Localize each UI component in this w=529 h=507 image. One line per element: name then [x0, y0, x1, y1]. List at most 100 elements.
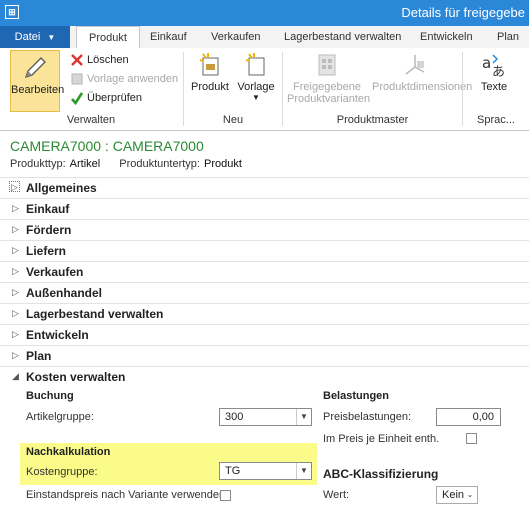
window-title: Details für freigegebe: [401, 5, 525, 20]
record-title: CAMERA7000 : CAMERA7000: [10, 138, 204, 154]
tab-entwickeln[interactable]: Entwickeln: [420, 26, 473, 48]
variant-cost-checkbox[interactable]: [220, 490, 231, 501]
product-subtype-value: Produkt: [203, 158, 242, 170]
new-template-icon: [245, 53, 265, 76]
artikelgruppe-value: 300: [225, 411, 244, 423]
delete-button[interactable]: Löschen: [70, 52, 129, 69]
apply-template-button[interactable]: Vorlage anwenden: [70, 71, 178, 88]
tab-datei[interactable]: Datei ▼: [0, 26, 70, 48]
app-window-icon[interactable]: ⊞: [5, 5, 19, 19]
preisbelastungen-input[interactable]: 0,00: [436, 408, 501, 426]
unit-price-checkbox[interactable]: [466, 433, 477, 444]
group-label-verwalten: Verwalten: [66, 114, 116, 126]
edit-button-label: Bearbeiten: [11, 84, 65, 96]
edit-button[interactable]: Bearbeiten: [10, 50, 64, 112]
preisbelastungen-label: Preisbelastungen:: [323, 411, 412, 423]
chevron-right-icon: ▷: [12, 350, 19, 360]
fasttab-label: Verkaufen: [26, 265, 84, 279]
translations-label: Texte: [480, 81, 508, 93]
kostengruppe-label: Kostengruppe:: [26, 466, 98, 478]
tab-verkaufen[interactable]: Verkaufen: [211, 26, 261, 48]
tab-datei-label: Datei: [14, 31, 41, 43]
wert-value: Kein: [442, 489, 465, 501]
product-dimensions-label: Produktdimensionen: [372, 81, 473, 93]
product-type-value: Artikel: [69, 158, 101, 170]
chevron-right-icon: ▷: [12, 203, 19, 213]
unit-price-label: Im Preis je Einheit enth.: [323, 433, 440, 445]
validate-label: Überprüfen: [87, 92, 143, 104]
wert-select[interactable]: Kein ⌄: [436, 486, 478, 504]
chevron-expanded-icon: ◢: [12, 371, 19, 381]
section-abc: ABC-Klassifizierung: [323, 467, 439, 481]
fasttab-einkauf[interactable]: ▷ Einkauf: [0, 198, 529, 219]
fasttab-label: Einkauf: [26, 202, 70, 216]
fasttab-label: Außenhandel: [26, 286, 103, 300]
chevron-right-icon: ▷: [12, 224, 19, 234]
delete-label: Löschen: [87, 54, 129, 66]
tab-einkauf[interactable]: Einkauf: [150, 26, 187, 48]
released-variants-label-2: Produktvarianten: [287, 93, 371, 105]
fasttab-label: Lagerbestand verwalten: [26, 307, 164, 321]
chevron-down-icon: ▼: [296, 409, 311, 425]
fasttab-liefern[interactable]: ▷ Liefern: [0, 240, 529, 261]
tab-plan[interactable]: Plan: [497, 26, 519, 48]
fasttab-label: Entwickeln: [26, 328, 89, 342]
fasttab-label: Allgemeines: [26, 181, 97, 195]
chevron-right-icon: ▷: [11, 182, 18, 192]
kostengruppe-select[interactable]: TG ▼: [219, 462, 312, 480]
chevron-down-icon: ▼: [252, 93, 260, 102]
fasttab-label: Kosten verwalten: [26, 370, 126, 384]
chevron-down-icon: ▼: [296, 463, 311, 479]
artikelgruppe-label: Artikelgruppe:: [26, 411, 94, 423]
new-product-button[interactable]: Produkt: [188, 52, 232, 93]
translations-button[interactable]: a あ Texte: [466, 52, 522, 93]
fasttab-label: Fördern: [26, 223, 72, 237]
artikelgruppe-select[interactable]: 300 ▼: [219, 408, 312, 426]
chevron-right-icon: ▷: [12, 245, 19, 255]
new-product-icon: [199, 53, 219, 76]
product-subtype-label: Produktuntertyp:: [119, 158, 200, 170]
kostengruppe-value: TG: [225, 465, 241, 477]
pencil-icon: [24, 57, 46, 79]
product-type-label: Produkttyp:: [10, 158, 66, 170]
group-label-sprache: Sprac...: [477, 114, 515, 126]
new-template-button[interactable]: Vorlage ▼: [234, 52, 278, 102]
title-bar: ⊞ Details für freigegebe: [0, 0, 529, 26]
translate-icon: a あ: [482, 54, 505, 78]
fasttab-label: Liefern: [26, 244, 67, 258]
chevron-right-icon: ▷: [12, 329, 19, 339]
checkmark-icon: [71, 92, 84, 106]
record-meta: Produkttyp: Artikel Produktuntertyp: Produ…: [10, 158, 258, 170]
dimensions-axes-icon: [405, 55, 425, 75]
chevron-down-icon: ⌄: [466, 490, 474, 499]
section-belastungen: Belastungen: [323, 390, 390, 402]
ribbon: Bearbeiten Löschen Vorlage anwenden Über…: [0, 48, 529, 131]
wert-label: Wert:: [323, 489, 350, 501]
fasttab-kosten-verwalten[interactable]: ◢ Kosten verwalten: [0, 366, 529, 387]
section-buchung: Buchung: [26, 390, 74, 402]
fasttab-verkaufen[interactable]: ▷ Verkaufen: [0, 261, 529, 282]
section-nachkalkulation: Nachkalkulation: [26, 446, 111, 458]
svg-text:a: a: [482, 54, 491, 72]
released-variants-label-1: Freigegebene: [293, 81, 361, 93]
apply-template-label: Vorlage anwenden: [87, 73, 179, 85]
validate-button[interactable]: Überprüfen: [70, 90, 142, 107]
chevron-right-icon: ▷: [12, 287, 19, 297]
fasttab-allgemeines[interactable]: ▷ Allgemeines: [0, 177, 529, 198]
chevron-down-icon: ▼: [47, 33, 56, 42]
released-variants-button[interactable]: Freigegebene Produktvarianten: [287, 52, 371, 105]
tab-lagerbestand[interactable]: Lagerbestand verwalten: [284, 26, 401, 48]
tab-produkt[interactable]: Produkt: [76, 26, 140, 49]
fasttab-aussenhandel[interactable]: ▷ Außenhandel: [0, 282, 529, 303]
fasttab-entwickeln[interactable]: ▷ Entwickeln: [0, 324, 529, 345]
fasttab-label: Plan: [26, 349, 52, 363]
fasttab-plan[interactable]: ▷ Plan: [0, 345, 529, 366]
delete-x-icon: [71, 54, 83, 66]
chevron-right-icon: ▷: [12, 266, 19, 276]
chevron-right-icon: ▷: [12, 308, 19, 318]
fasttab-foerdern[interactable]: ▷ Fördern: [0, 219, 529, 240]
group-label-neu: Neu: [222, 114, 244, 126]
variants-grid-icon: [318, 54, 336, 76]
fasttab-lagerbestand[interactable]: ▷ Lagerbestand verwalten: [0, 303, 529, 324]
product-dimensions-button[interactable]: Produktdimensionen: [372, 52, 472, 93]
